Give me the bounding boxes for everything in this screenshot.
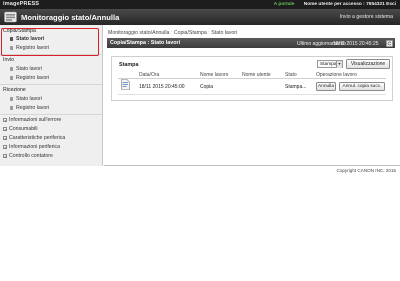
top-links: A portale Nome utente per accesso : 7654… — [274, 2, 396, 7]
job-type-select[interactable]: Stampa ▼ — [317, 60, 343, 68]
sidebar-item-label: Informazioni periferica — [9, 144, 61, 150]
sidebar-item-label: Consumabili — [9, 126, 38, 132]
bullet-icon — [10, 106, 14, 110]
sidebar-item-send-job-status[interactable]: Stato lavori — [10, 66, 42, 72]
panel-title: Stampa — [119, 61, 139, 68]
expand-plus-icon: + — [3, 153, 7, 159]
sidebar-item-label: Registro lavori — [16, 75, 50, 81]
table-row-divider — [118, 94, 386, 95]
copy-job-icon — [121, 79, 130, 90]
title-bar: Monitoraggio stato/Annulla Invio a gesto… — [0, 9, 400, 25]
sidebar-group-receive[interactable]: Ricezione — [3, 87, 26, 93]
sidebar-item-consumables[interactable]: + Consumabili — [3, 126, 38, 132]
monitor-status-icon — [4, 11, 17, 23]
top-bar: imagePRESS A portale Nome utente per acc… — [0, 0, 400, 9]
refresh-icon[interactable] — [386, 39, 393, 47]
sidebar-item-label: Informazioni sull'errore — [9, 117, 62, 123]
sidebar-item-device-features[interactable]: + Caratteristiche periferica — [3, 135, 65, 141]
cell-date: 18/11 2015 20:45:00 — [139, 84, 185, 90]
sidebar-item-receive-job-log[interactable]: Registro lavori — [10, 105, 49, 111]
cell-job-name: Copia — [200, 84, 214, 90]
portal-link[interactable]: A portale — [274, 2, 295, 7]
sidebar-item-label: Controllo contatore — [9, 153, 53, 159]
breadcrumb-item[interactable]: Monitoraggio stato/Annulla — [108, 30, 169, 36]
sidebar-divider — [0, 84, 102, 85]
view-button[interactable]: Visualizzazione — [346, 59, 390, 69]
selection-highlight-frame — [1, 28, 99, 56]
expand-plus-icon: + — [3, 126, 7, 132]
bullet-icon — [10, 76, 14, 80]
expand-plus-icon: + — [3, 144, 7, 150]
sidebar-item-label: Stato lavori — [16, 66, 42, 72]
sidebar-item-counter-check[interactable]: + Controllo contatore — [3, 153, 53, 159]
sidebar-item-receive-job-status[interactable]: Stato lavori — [10, 96, 42, 102]
job-status-header: Copia/Stampa : Stato lavori Ultimo aggio… — [107, 38, 395, 48]
print-jobs-panel: Stampa Stampa ▼ Visualizzazione Data/Ora… — [111, 56, 393, 101]
section-title: Copia/Stampa : Stato lavori — [110, 40, 181, 47]
sidebar-divider — [0, 114, 102, 115]
user-logout-text[interactable]: Nome utente per accesso : 7654321 Esci — [304, 2, 396, 7]
content-divider — [104, 165, 400, 166]
sidebar-item-label: Stato lavori — [16, 96, 42, 102]
sidebar-item-send-job-log[interactable]: Registro lavori — [10, 75, 49, 81]
table-header-divider — [118, 78, 386, 79]
cell-status: Stampa... — [285, 84, 307, 90]
bullet-icon — [10, 67, 14, 71]
chevron-down-icon: ▼ — [336, 61, 342, 68]
last-update-value: 18/11 2015 20:45:25 — [333, 40, 379, 47]
copyright-text: Copyright CANON INC. 2015 — [336, 168, 397, 173]
logo: imagePRESS — [3, 1, 40, 7]
expand-plus-icon: + — [3, 117, 7, 123]
select-value: Stampa — [320, 62, 337, 67]
sidebar-item-error-info[interactable]: + Informazioni sull'errore — [3, 117, 61, 123]
cancel-after-copy-button[interactable]: Annul. copia succ. — [339, 81, 385, 91]
expand-plus-icon: + — [3, 135, 7, 141]
cancel-button[interactable]: Annulla — [316, 81, 336, 91]
page-title: Monitoraggio stato/Annulla — [21, 12, 120, 22]
breadcrumb-item[interactable]: Copia/Stampa — [174, 30, 207, 36]
bullet-icon — [10, 97, 14, 101]
breadcrumb: Monitoraggio stato/Annulla: Copia/Stampa:… — [108, 30, 238, 36]
back-to-system-manager-link[interactable]: Invio a gestore sistema — [340, 14, 393, 20]
sidebar-item-label: Caratteristiche periferica — [9, 135, 66, 141]
sidebar-item-device-info[interactable]: + Informazioni periferica — [3, 144, 60, 150]
sidebar-item-label: Registro lavori — [16, 105, 50, 111]
breadcrumb-item: Stato lavori — [211, 30, 238, 36]
sidebar-group-send[interactable]: Invio — [3, 57, 14, 63]
